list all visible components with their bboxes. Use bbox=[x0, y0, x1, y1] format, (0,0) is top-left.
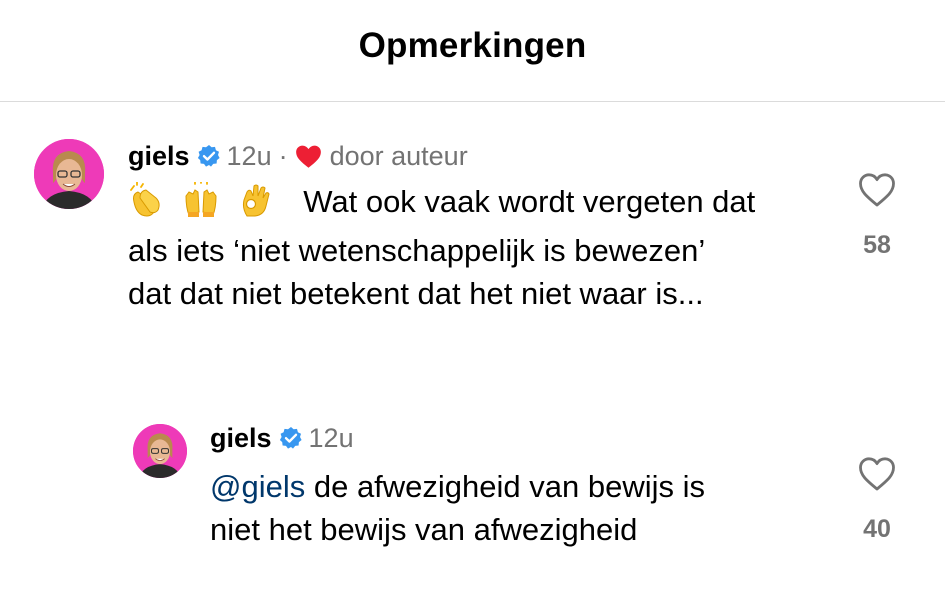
username[interactable]: giels bbox=[210, 423, 272, 454]
like-count: 40 bbox=[863, 515, 891, 543]
emoji-group bbox=[128, 182, 283, 229]
verified-badge-icon bbox=[279, 426, 303, 450]
like-heart-icon[interactable] bbox=[858, 456, 896, 492]
verified-badge-icon bbox=[197, 144, 221, 168]
liked-by-author-label: door auteur bbox=[329, 140, 468, 171]
ok-hand-emoji bbox=[243, 184, 270, 217]
mention-link[interactable]: @giels bbox=[210, 469, 305, 504]
comment-line-text: de afwezigheid van bewijs is bbox=[305, 469, 706, 504]
like-count: 58 bbox=[863, 231, 891, 259]
comment-line-text: Wat ook vaak wordt vergeten dat bbox=[303, 184, 756, 219]
comment-line: niet het bewijs van afwezigheid bbox=[210, 512, 638, 547]
raising-hands-emoji bbox=[185, 182, 217, 217]
avatar[interactable] bbox=[133, 424, 187, 478]
comment-line: dat dat niet betekent dat het niet waar … bbox=[128, 276, 704, 311]
comment-line: @giels de afwezigheid van bewijs is bbox=[210, 465, 705, 508]
comment-text: @giels de afwezigheid van bewijs is niet… bbox=[210, 465, 705, 551]
comment-time: 12u bbox=[308, 422, 354, 453]
page-title: Opmerkingen bbox=[358, 26, 587, 65]
liked-by-author-heart-icon bbox=[295, 144, 322, 169]
clapping-hands-emoji bbox=[130, 182, 160, 217]
comment-meta: giels 12u bbox=[210, 421, 354, 455]
comment-time: 12u bbox=[226, 140, 272, 171]
comment-line: als iets ‘niet wetenschappelijk is bewez… bbox=[128, 233, 706, 268]
avatar[interactable] bbox=[34, 139, 104, 209]
comment-meta: giels 12u · door auteur bbox=[128, 139, 468, 173]
header: Opmerkingen bbox=[0, 0, 945, 102]
like-heart-icon[interactable] bbox=[858, 172, 896, 208]
username[interactable]: giels bbox=[128, 141, 190, 172]
comment-text: Wat ook vaak wordt vergeten dat als iets… bbox=[128, 180, 755, 315]
separator-dot: · bbox=[278, 140, 288, 171]
comment-line: Wat ook vaak wordt vergeten dat bbox=[128, 180, 755, 229]
